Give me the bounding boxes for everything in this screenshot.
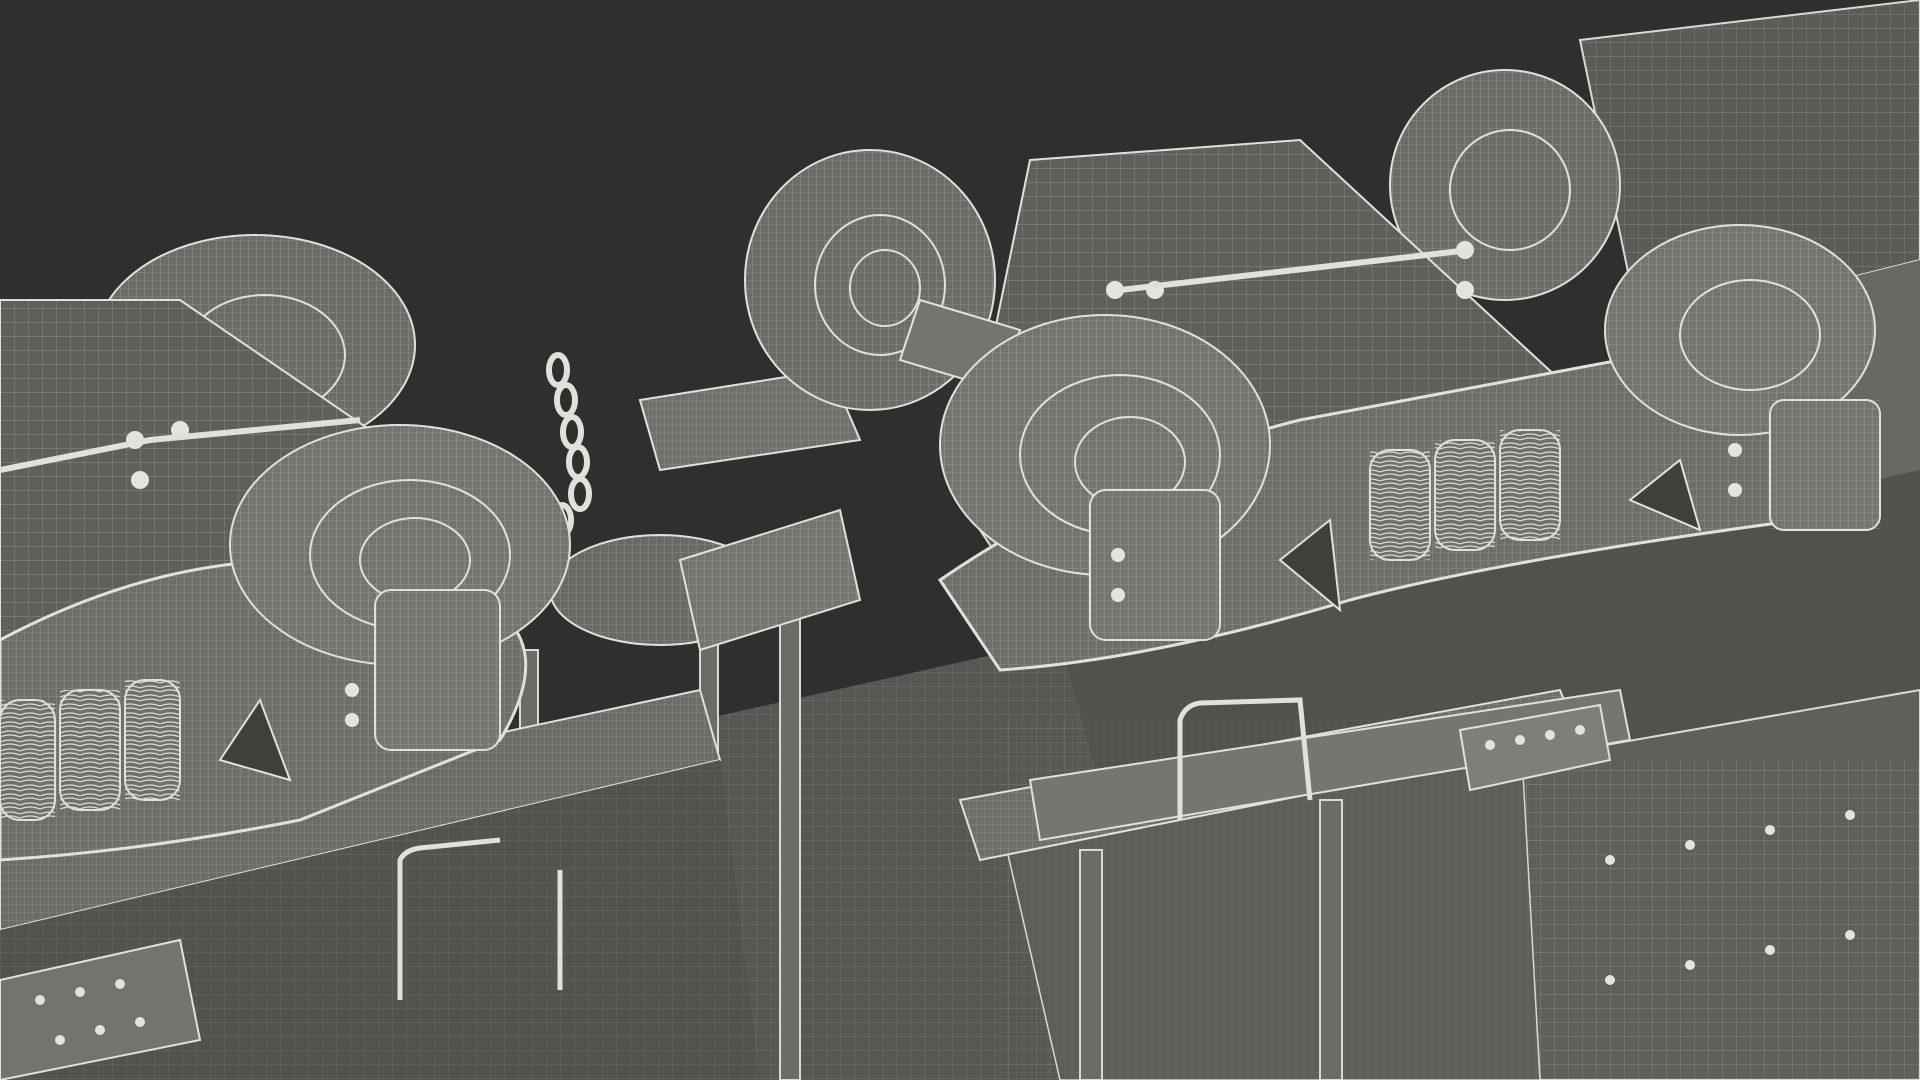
axle-box-right-1 (1089, 489, 1221, 641)
spring-pack-right (1369, 429, 1561, 561)
spring-pack-left (0, 679, 181, 821)
wireframe-svg (0, 0, 1920, 1080)
wireframe-render (0, 0, 1920, 1080)
coupler (549, 368, 862, 652)
